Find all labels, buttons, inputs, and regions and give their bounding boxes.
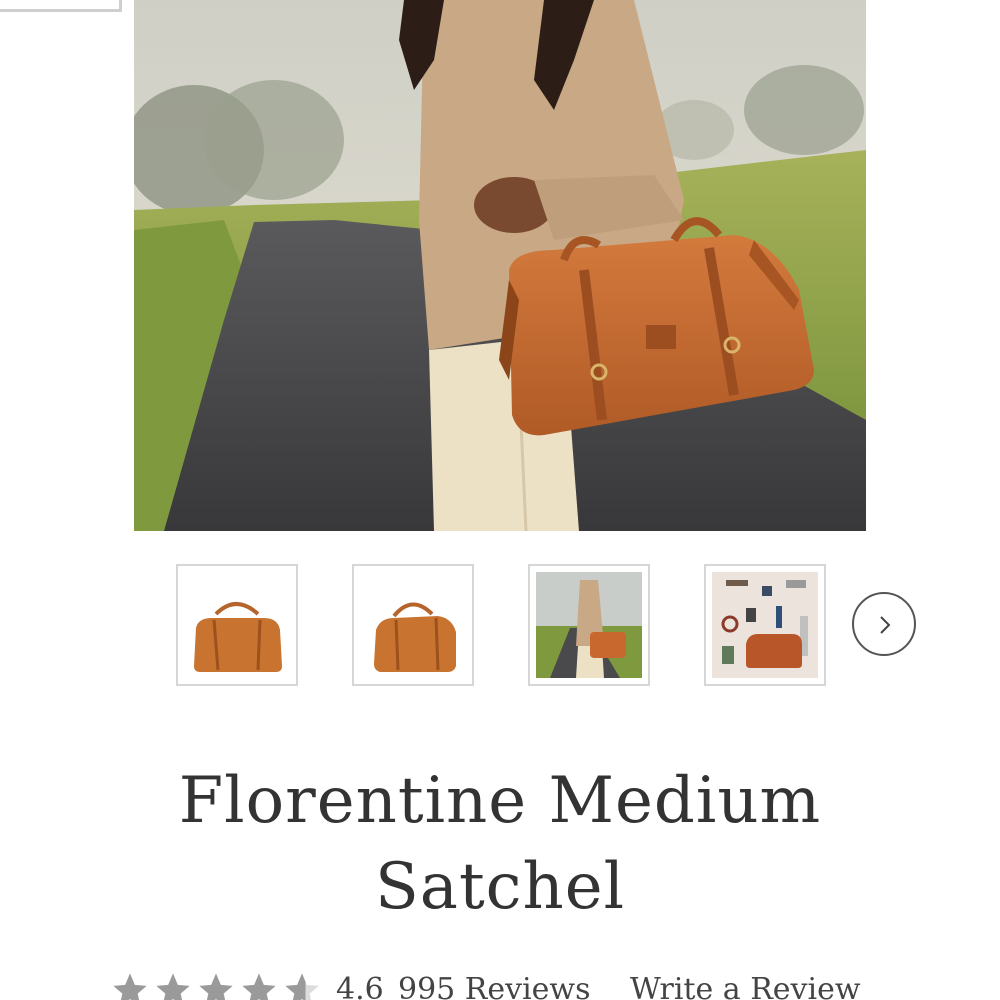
product-title: Florentine Medium Satchel bbox=[178, 764, 822, 924]
rating-row: 4.6 995 Reviews Write a Review bbox=[110, 968, 910, 1000]
header-badge bbox=[0, 0, 122, 12]
star-rating[interactable] bbox=[110, 968, 325, 1000]
thumbnail-3[interactable] bbox=[528, 564, 650, 686]
thumbnail-bag-angle bbox=[354, 566, 472, 684]
thumbnail-1[interactable] bbox=[176, 564, 298, 686]
thumbnail-lifestyle bbox=[530, 566, 648, 684]
star-icon bbox=[242, 973, 276, 1000]
star-icon bbox=[156, 973, 190, 1000]
write-review-link[interactable]: Write a Review bbox=[630, 972, 861, 1000]
thumbnail-4[interactable] bbox=[704, 564, 826, 686]
product-hero-image[interactable] bbox=[134, 0, 866, 531]
thumbnail-contents-flatlay bbox=[706, 566, 824, 684]
gallery-next-button[interactable] bbox=[852, 592, 916, 656]
star-icon bbox=[199, 973, 233, 1000]
chevron-right-icon bbox=[880, 616, 891, 634]
product-page: Florentine Medium Satchel 4.6 995 Review… bbox=[0, 0, 1000, 1000]
star-icon bbox=[113, 973, 147, 1000]
thumbnail-strip bbox=[176, 564, 936, 688]
hero-photo-illustration bbox=[134, 0, 866, 531]
rating-value: 4.6 bbox=[336, 972, 384, 1000]
thumbnail-bag-front bbox=[178, 566, 296, 684]
thumbnail-2[interactable] bbox=[352, 564, 474, 686]
reviews-link[interactable]: 995 Reviews bbox=[398, 972, 591, 1000]
star-half-icon bbox=[285, 973, 319, 1000]
